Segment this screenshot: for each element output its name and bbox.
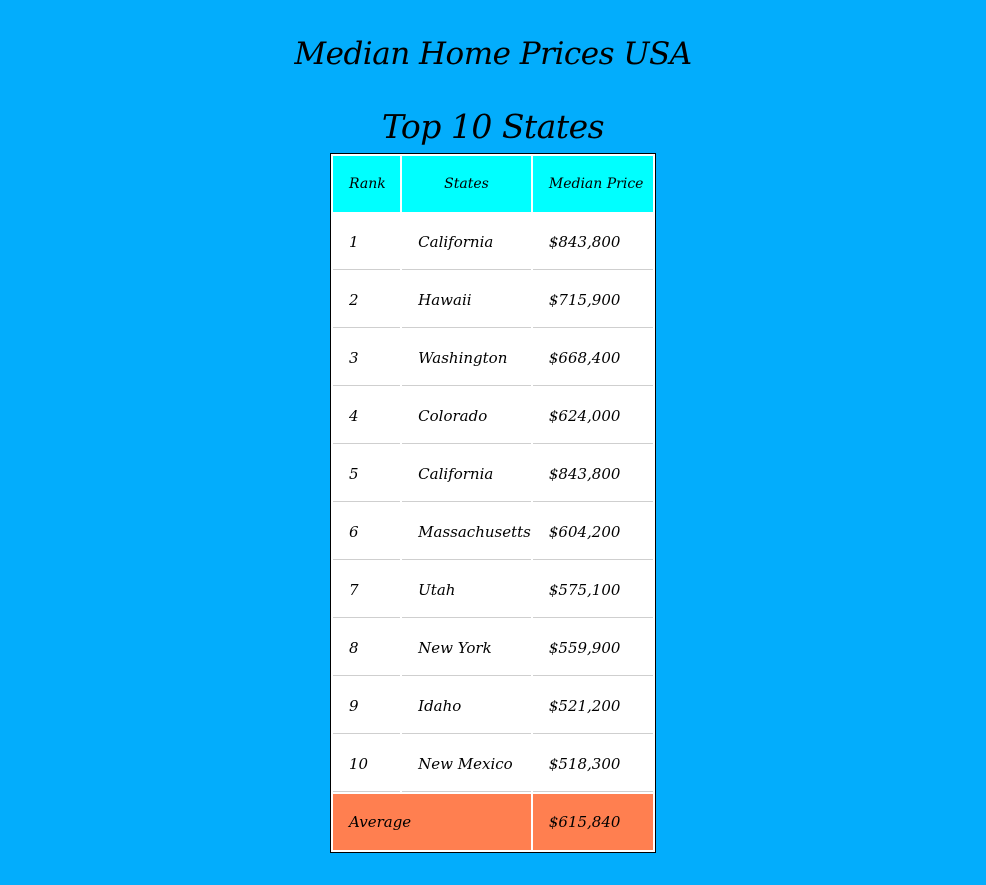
- rank-cell: 5: [333, 446, 401, 502]
- price-cell: $518,300: [532, 736, 653, 792]
- price-cell: $843,800: [532, 446, 653, 502]
- price-cell: $559,900: [532, 620, 653, 676]
- state-cell: California: [402, 214, 531, 270]
- price-cell: $843,800: [532, 214, 653, 270]
- rank-cell: 8: [333, 620, 401, 676]
- rank-cell: 7: [333, 562, 401, 618]
- rank-cell: 3: [333, 330, 401, 386]
- table-row: 4 Colorado $624,000: [333, 388, 653, 444]
- table-row: 10 New Mexico $518,300: [333, 736, 653, 792]
- prices-table-container: Rank States Median Price 1 California $8…: [330, 153, 656, 853]
- average-value: $615,840: [532, 794, 653, 850]
- state-cell: Idaho: [402, 678, 531, 734]
- rank-cell: 4: [333, 388, 401, 444]
- state-cell: California: [402, 446, 531, 502]
- table-row: 3 Washington $668,400: [333, 330, 653, 386]
- state-cell: New York: [402, 620, 531, 676]
- rank-cell: 10: [333, 736, 401, 792]
- table-row: 9 Idaho $521,200: [333, 678, 653, 734]
- table-header-row: Rank States Median Price: [333, 156, 653, 212]
- average-label: Average: [333, 794, 531, 850]
- price-cell: $604,200: [532, 504, 653, 560]
- table-row: 7 Utah $575,100: [333, 562, 653, 618]
- table-row: 2 Hawaii $715,900: [333, 272, 653, 328]
- table-row: 1 California $843,800: [333, 214, 653, 270]
- average-row: Average $615,840: [333, 794, 653, 850]
- page-title: Median Home Prices USA: [294, 36, 692, 72]
- price-cell: $668,400: [532, 330, 653, 386]
- state-cell: New Mexico: [402, 736, 531, 792]
- table-row: 5 California $843,800: [333, 446, 653, 502]
- price-cell: $715,900: [532, 272, 653, 328]
- prices-table: Rank States Median Price 1 California $8…: [331, 154, 655, 852]
- price-cell: $624,000: [532, 388, 653, 444]
- state-cell: Colorado: [402, 388, 531, 444]
- table-row: 8 New York $559,900: [333, 620, 653, 676]
- state-cell: Washington: [402, 330, 531, 386]
- rank-cell: 1: [333, 214, 401, 270]
- price-cell: $575,100: [532, 562, 653, 618]
- state-cell: Utah: [402, 562, 531, 618]
- state-cell: Hawaii: [402, 272, 531, 328]
- price-cell: $521,200: [532, 678, 653, 734]
- table-caption: Top 10 States: [381, 107, 605, 146]
- header-rank: Rank: [333, 156, 401, 212]
- state-cell: Massachusetts: [402, 504, 531, 560]
- table-row: 6 Massachusetts $604,200: [333, 504, 653, 560]
- rank-cell: 2: [333, 272, 401, 328]
- header-states: States: [402, 156, 531, 212]
- header-median-price: Median Price: [532, 156, 653, 212]
- rank-cell: 9: [333, 678, 401, 734]
- rank-cell: 6: [333, 504, 401, 560]
